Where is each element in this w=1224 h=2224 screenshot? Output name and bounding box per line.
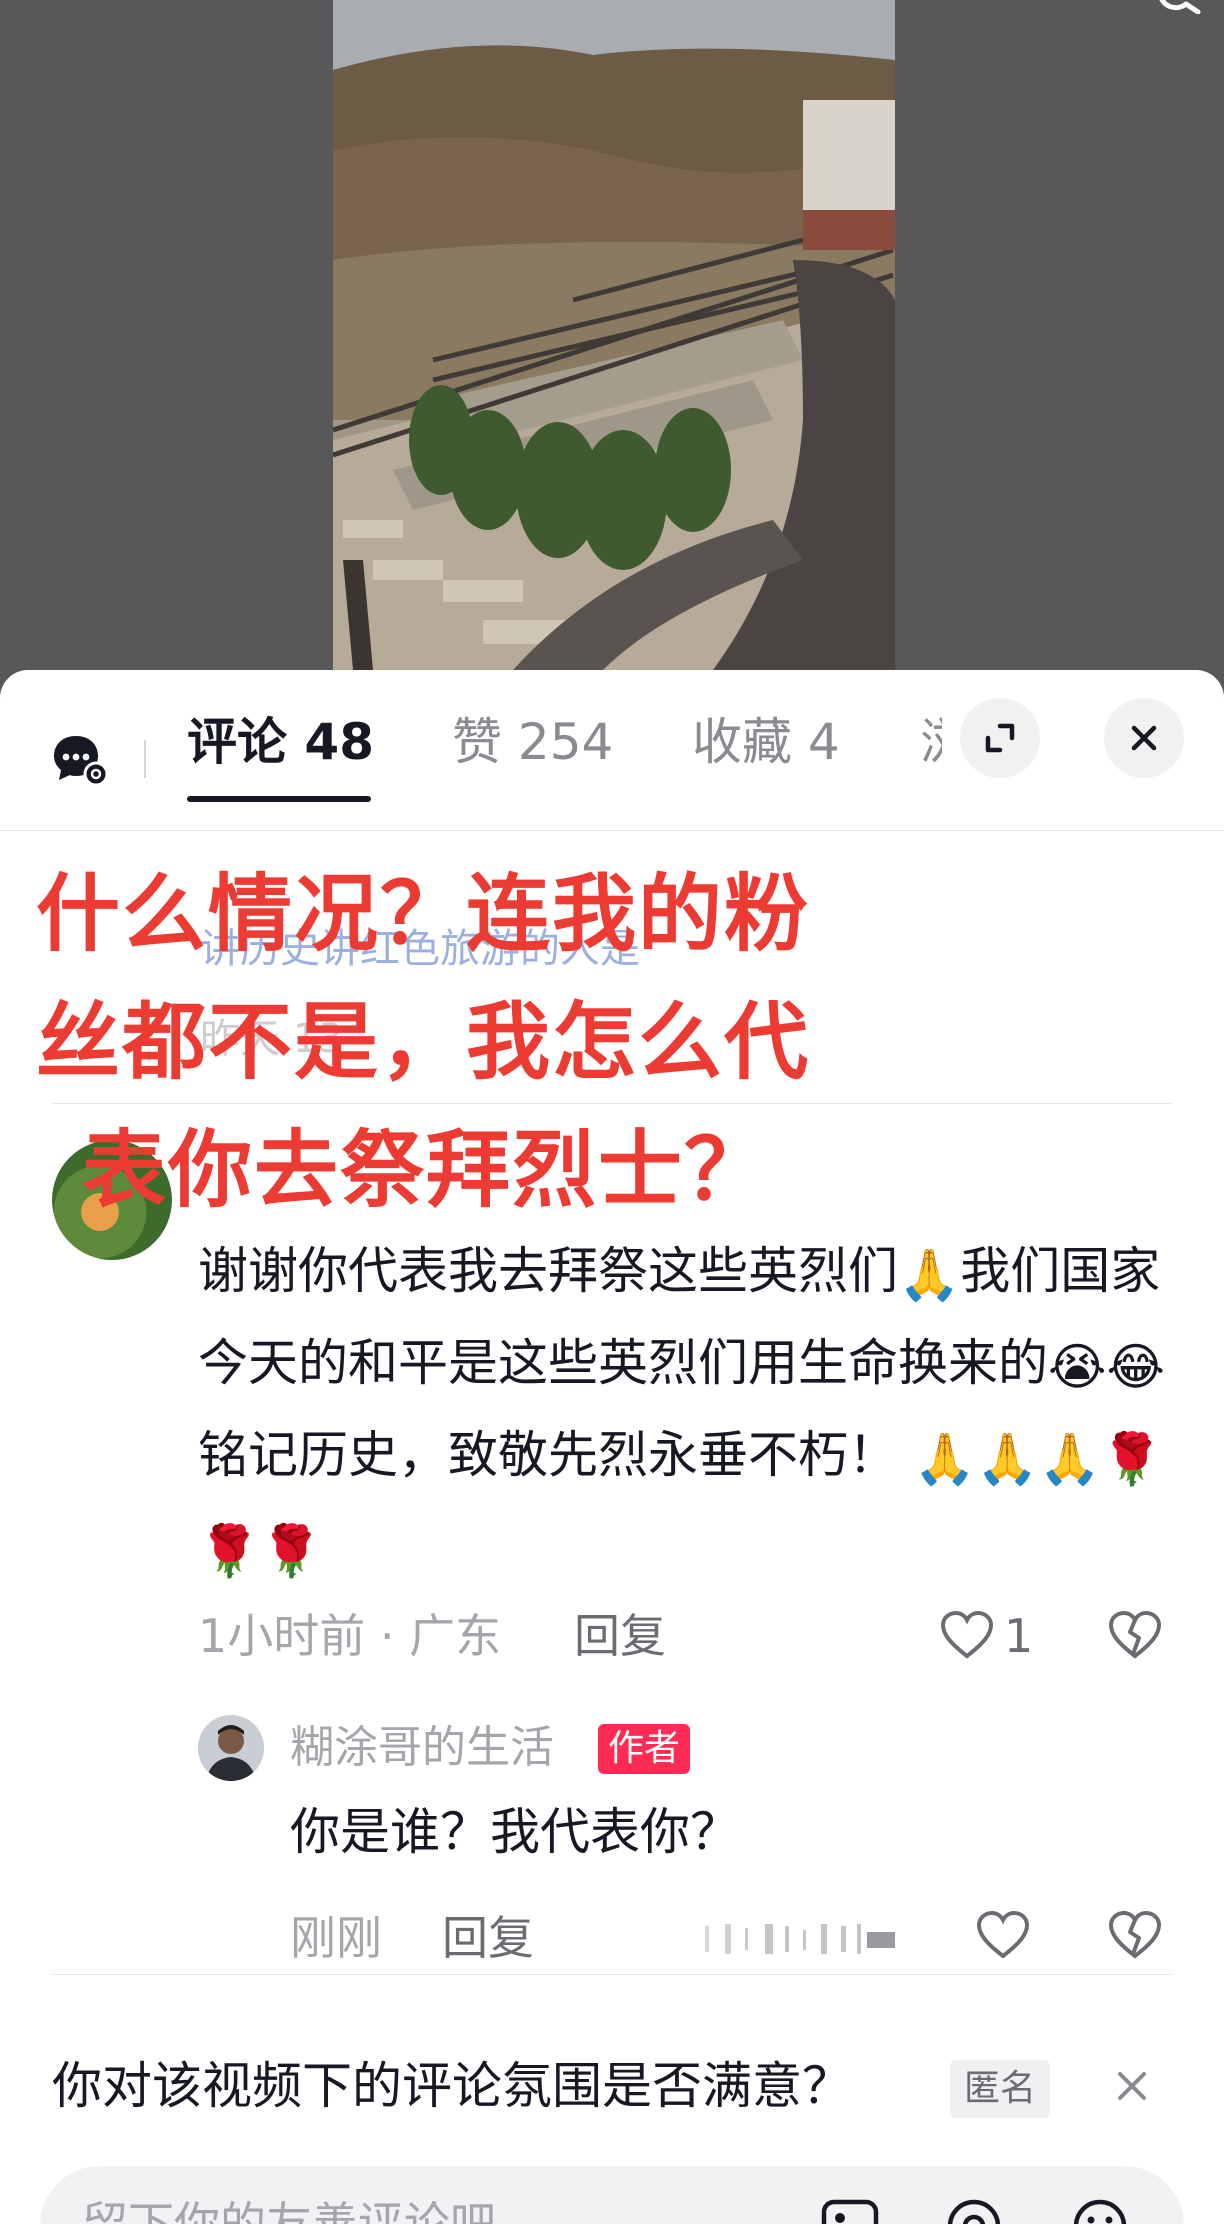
image-icon[interactable] (820, 2198, 880, 2224)
pray-emoji: 🙏 (913, 1429, 977, 1488)
author-name[interactable]: 糊涂哥的生活 (290, 1720, 554, 1776)
annotation-line-1: 什么情况？连我的粉 (36, 865, 811, 963)
reply-button[interactable]: 回复 (574, 1608, 666, 1664)
reply-heart-icon[interactable] (976, 1910, 1030, 1960)
reply-broken-heart-icon[interactable] (1108, 1910, 1162, 1960)
like-count: 1 (1004, 1609, 1034, 1663)
comment-panel: 评论 48 赞 254 收藏 4 浏 讲历史讲红色旅游的人是 昨天 13 什么情… (0, 670, 1224, 2224)
annotation-line-2: 丝都不是，我怎么代 (36, 993, 811, 1091)
tab-separator (144, 740, 146, 778)
laughing-emoji: 😂 (1106, 1337, 1165, 1396)
rose-emoji: 🌹 (198, 1521, 261, 1580)
anonymous-badge: 匿名 (950, 2060, 1051, 2118)
tab-comments[interactable]: 评论 48 (187, 712, 374, 772)
broken-heart-icon[interactable] (1108, 1610, 1162, 1660)
emoji-icon[interactable] (1070, 2198, 1130, 2224)
comment-tab-bar: 评论 48 赞 254 收藏 4 浏 (0, 670, 1224, 831)
reply-reply-button[interactable]: 回复 (442, 1910, 534, 1966)
video-player[interactable] (333, 0, 895, 670)
expand-icon (985, 723, 1015, 753)
survey-question: 你对该视频下的评论氛围是否满意？ (52, 2057, 852, 2115)
comment-divider (52, 1103, 1172, 1104)
tab-likes[interactable]: 赞 254 (452, 712, 613, 772)
comment-input[interactable]: 留下你的友善评论吧 (40, 2166, 1184, 2224)
comment-time-location: 1小时前 · 广东 (198, 1609, 502, 1663)
close-panel-button[interactable] (1104, 698, 1184, 778)
author-avatar[interactable] (198, 1715, 264, 1781)
reply-text: 你是谁？我代表你？ (290, 1803, 740, 1861)
tab-favorites[interactable]: 收藏 4 (692, 712, 840, 772)
at-icon[interactable] (944, 2198, 1004, 2224)
comment-text-part-1: 谢谢你代表我去拜祭这些英烈们 (198, 1242, 898, 1300)
close-icon (1131, 725, 1157, 751)
expand-button[interactable] (960, 698, 1040, 778)
rose-emoji: 🌹 (260, 1521, 323, 1580)
author-badge: 作者 (598, 1724, 691, 1774)
active-tab-indicator (187, 796, 371, 802)
rose-emoji: 🌹 (1100, 1429, 1163, 1488)
survey-close-icon[interactable] (1112, 2066, 1152, 2106)
survey-divider (52, 1974, 1172, 1975)
heart-icon[interactable] (940, 1610, 994, 1660)
reply-time: 刚刚 (290, 1911, 382, 1965)
crying-emoji: 😭 (1048, 1337, 1107, 1396)
pray-emoji: 🙏 (1038, 1429, 1101, 1488)
annotation-line-3: 表你去祭拜烈士？ (82, 1121, 771, 1219)
ai-assistant-icon[interactable] (50, 730, 110, 790)
search-icon[interactable] (1156, 0, 1202, 14)
comment-text-part-3: 铭记历史，致敬先烈永垂不朽！ (198, 1426, 898, 1484)
pray-emoji: 🙏 (898, 1245, 961, 1304)
pray-emoji: 🙏 (976, 1429, 1039, 1488)
blurred-content (585, 1922, 895, 1956)
comment-body: 谢谢你代表我去拜祭这些英烈们🙏我们国家今天的和平是这些英烈们用生命换来的😭😂铭记… (198, 1225, 1168, 1593)
tab-views[interactable]: 浏 (920, 712, 942, 772)
comment-input-placeholder: 留下你的友善评论吧 (82, 2197, 496, 2224)
